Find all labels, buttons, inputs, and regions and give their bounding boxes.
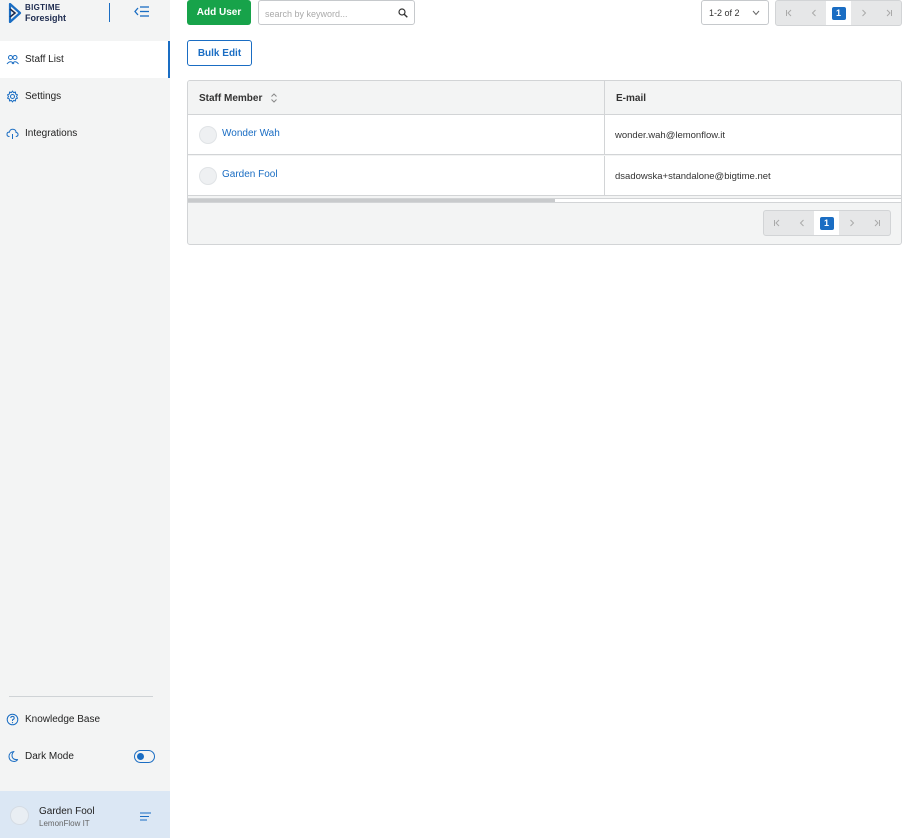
avatar: [199, 167, 217, 185]
next-page-button[interactable]: [839, 211, 864, 235]
prev-page-button[interactable]: [801, 1, 826, 25]
next-page-button[interactable]: [851, 1, 876, 25]
last-page-button[interactable]: [864, 211, 889, 235]
staff-member-link[interactable]: Wonder Wah: [222, 128, 280, 139]
user-name: Garden Fool: [39, 806, 95, 817]
sort-icon[interactable]: [270, 92, 278, 104]
search-box: [258, 0, 415, 25]
collapse-sidebar-icon[interactable]: [133, 4, 151, 20]
table-row: Garden Fool dsadowska+standalone@bigtime…: [188, 156, 901, 196]
users-icon: [6, 55, 19, 65]
first-page-icon: [773, 219, 779, 227]
knowledge-base-link[interactable]: Knowledge Base: [6, 713, 100, 726]
dark-mode-label: Dark Mode: [25, 751, 74, 762]
sidebar-divider: [9, 696, 153, 697]
first-page-button[interactable]: [764, 211, 789, 235]
last-page-icon: [874, 219, 880, 227]
toggle-knob: [137, 752, 144, 760]
email-cell: wonder.wah@lemonflow.it: [604, 115, 901, 155]
sidebar-item-label: Staff List: [25, 54, 64, 65]
dark-mode-row: Dark Mode: [6, 750, 156, 763]
brand-logo[interactable]: BIGTIME Foresight: [8, 3, 66, 23]
moon-icon: [8, 751, 19, 762]
current-page-button[interactable]: 1: [814, 211, 839, 235]
cloud-icon: [6, 128, 19, 139]
search-input[interactable]: [265, 7, 393, 20]
avatar: [199, 126, 217, 144]
horizontal-scrollbar[interactable]: [188, 198, 901, 203]
brand-name: BIGTIME: [25, 3, 61, 12]
knowledge-base-label: Knowledge Base: [25, 714, 101, 725]
sidebar: BIGTIME Foresight Staff List Settings In…: [0, 0, 170, 838]
sidebar-item-label: Integrations: [25, 128, 78, 139]
bulk-edit-button[interactable]: Bulk Edit: [187, 40, 252, 66]
column-header-email[interactable]: E-mail: [604, 81, 901, 115]
first-page-button[interactable]: [776, 1, 801, 25]
user-org: LemonFlow IT: [39, 819, 90, 828]
gear-icon: [7, 90, 18, 103]
menu-lines-icon[interactable]: [140, 812, 151, 821]
prev-page-button[interactable]: [789, 211, 814, 235]
user-profile[interactable]: Garden Fool LemonFlow IT: [0, 791, 170, 838]
email-value: dsadowska+standalone@bigtime.net: [615, 171, 771, 182]
add-user-button[interactable]: Add User: [187, 0, 251, 25]
scrollbar-thumb[interactable]: [188, 199, 555, 202]
chevron-down-icon: [752, 10, 760, 16]
search-icon[interactable]: [398, 8, 408, 18]
sidebar-item-integrations[interactable]: Integrations: [0, 115, 170, 152]
page-range-label: 1-2 of 2: [709, 8, 740, 18]
table-row: Wonder Wah wonder.wah@lemonflow.it: [188, 115, 901, 155]
staff-member-link[interactable]: Garden Fool: [222, 169, 278, 180]
dark-mode-toggle[interactable]: [134, 750, 155, 763]
chevron-right-icon: [861, 9, 866, 17]
staff-member-cell: Garden Fool: [188, 156, 604, 196]
email-value: wonder.wah@lemonflow.it: [615, 130, 725, 141]
current-page-number: 1: [831, 6, 846, 20]
page-size-dropdown[interactable]: 1-2 of 2: [701, 0, 769, 25]
column-header-label: E-mail: [616, 92, 647, 104]
chevron-right-icon: [849, 219, 854, 227]
pager-bottom: 1: [763, 210, 891, 236]
last-page-button[interactable]: [876, 1, 901, 25]
sidebar-nav: Staff List Settings Integrations: [0, 41, 170, 152]
help-circle-icon: [6, 713, 19, 726]
staff-member-cell: Wonder Wah: [188, 115, 604, 155]
last-page-icon: [886, 9, 892, 17]
chevron-left-icon: [799, 219, 804, 227]
sidebar-item-label: Settings: [25, 91, 62, 102]
sidebar-item-staff-list[interactable]: Staff List: [0, 41, 170, 78]
current-page-button[interactable]: 1: [826, 1, 851, 25]
bigtime-logo-icon: [8, 3, 22, 23]
chevron-left-icon: [811, 9, 816, 17]
pager-top: 1: [775, 0, 902, 26]
avatar: [10, 806, 29, 825]
column-header-label: Staff Member: [199, 92, 263, 104]
email-cell: dsadowska+standalone@bigtime.net: [604, 156, 901, 196]
column-header-staff-member[interactable]: Staff Member: [188, 81, 604, 115]
sidebar-item-settings[interactable]: Settings: [0, 78, 170, 115]
current-page-number: 1: [819, 216, 834, 230]
brand-product: Foresight: [25, 13, 67, 23]
logo-divider: [109, 3, 110, 22]
table-header: Staff Member E-mail: [188, 81, 901, 115]
first-page-icon: [785, 9, 791, 17]
